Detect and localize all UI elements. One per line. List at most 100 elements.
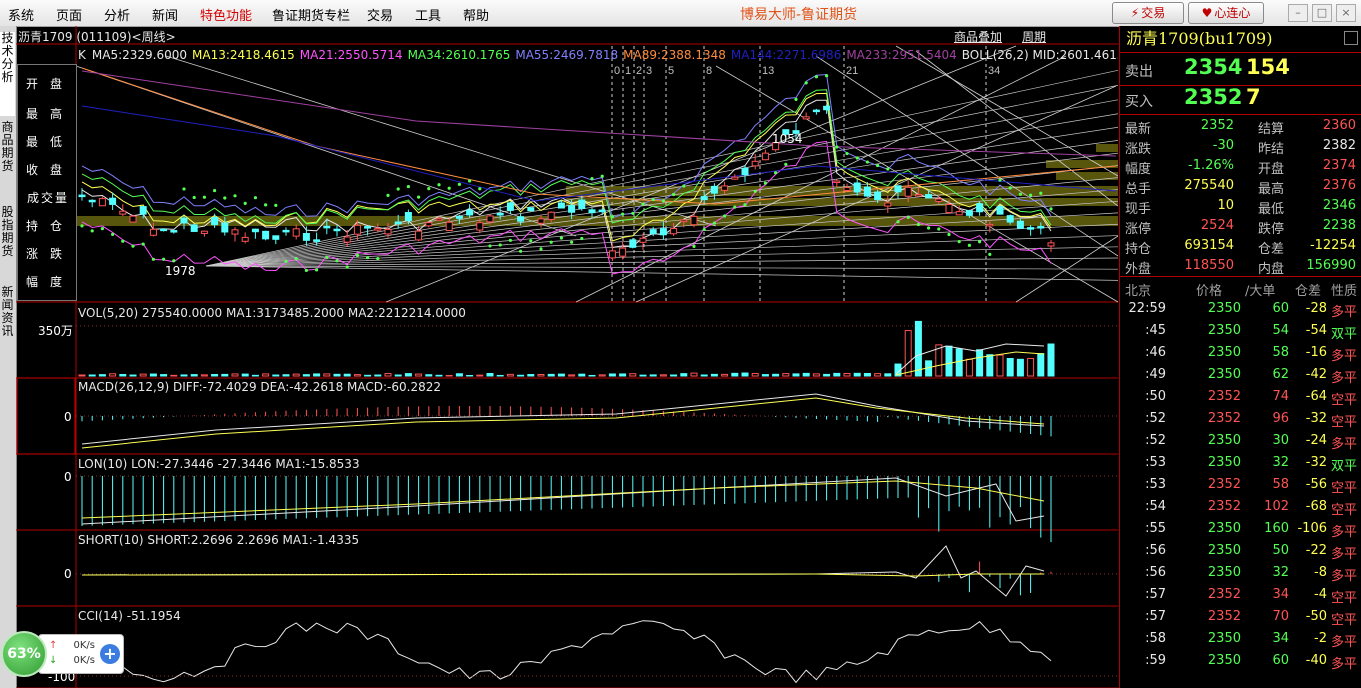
candle-body xyxy=(496,213,504,216)
tick-nature: 多平 xyxy=(1331,371,1358,386)
close-button[interactable]: × xyxy=(1336,4,1356,22)
candle-body xyxy=(384,228,392,235)
tab-index-futures[interactable]: 股指期货 xyxy=(0,206,15,286)
tick-size: 34 xyxy=(1272,631,1289,646)
quote-value: 156990 xyxy=(1306,258,1356,273)
sar-dot xyxy=(100,227,104,231)
overlay-commodity-link[interactable]: 商品叠加 xyxy=(954,28,1002,45)
menu-system[interactable]: 系统 xyxy=(8,5,34,24)
volume-bar xyxy=(129,374,137,377)
sar-dot xyxy=(90,229,94,233)
menu-features[interactable]: 特色功能 xyxy=(200,5,252,24)
quote-value: 118550 xyxy=(1184,258,1234,273)
chart-canvas[interactable]: 0 1 2 3 5 8 13 21 34 xyxy=(16,26,1118,688)
candle-body xyxy=(568,205,576,213)
candle-body xyxy=(986,223,994,227)
candle-body xyxy=(649,229,657,235)
menu-help[interactable]: 帮助 xyxy=(463,5,489,24)
sar-dot xyxy=(355,253,359,257)
sar-dot xyxy=(733,205,737,209)
tick-row: :57 2352 70 -50 空平 xyxy=(1120,606,1361,628)
tick-time: :45 xyxy=(1145,323,1166,338)
quote-value: 2374 xyxy=(1322,158,1356,173)
menu-page[interactable]: 页面 xyxy=(56,5,82,24)
menu-luzheng-column[interactable]: 鲁证期货专栏 xyxy=(272,5,350,24)
lon-axis-label: 0 xyxy=(64,470,72,484)
candle-body xyxy=(78,194,86,198)
heart-connect-label: 心连心 xyxy=(1214,6,1251,20)
volume-bar xyxy=(241,373,249,377)
candle-body xyxy=(721,185,729,191)
period-link[interactable]: 周期 xyxy=(1022,28,1046,45)
panel-toggle-icon[interactable] xyxy=(1344,31,1358,45)
lon-title: LON(10) LON:-27.3446 -27.3446 MA1:-15.85… xyxy=(78,457,360,471)
volume-bar xyxy=(680,373,688,377)
tick-header-price: 价格 xyxy=(1196,284,1223,299)
tab-news[interactable]: 新闻资讯 xyxy=(0,286,15,352)
volume-bar xyxy=(313,373,321,377)
candle-body xyxy=(741,167,749,176)
lon-ma-line xyxy=(81,480,1045,519)
ma-legend-item: MA233:2951.5404 xyxy=(846,48,957,62)
candle-body xyxy=(292,228,300,237)
low-annotation: 1978 xyxy=(165,264,196,278)
cci-title: CCI(14) -51.1954 xyxy=(78,609,181,623)
label-high: 最高 xyxy=(25,107,74,121)
sar-dot xyxy=(182,187,186,191)
volume-bar xyxy=(639,374,647,377)
candle-body xyxy=(404,212,412,222)
sar-dot xyxy=(274,203,278,207)
sar-dot xyxy=(345,265,349,269)
menu-tools[interactable]: 工具 xyxy=(415,5,441,24)
candle-body xyxy=(302,233,310,241)
volume-bar xyxy=(772,373,780,377)
sar-dot xyxy=(539,247,543,251)
sar-dot xyxy=(243,201,247,206)
network-widget[interactable]: ↑ 0K/s ↓ 0K/s + 63% xyxy=(0,628,124,688)
tick-row: :58 2350 34 -2 多平 xyxy=(1120,628,1361,650)
ask-level: 卖出 2354 154 xyxy=(1120,54,1361,84)
tab-commodity-futures[interactable]: 商品期货 xyxy=(0,121,15,201)
volume-bar xyxy=(527,374,535,377)
candle-body xyxy=(221,222,229,233)
download-arrow-icon: ↓ xyxy=(49,655,58,666)
maximize-button[interactable]: □ xyxy=(1312,4,1332,22)
minimize-button[interactable]: – xyxy=(1288,4,1308,22)
ma89-line xyxy=(81,67,1117,205)
tick-size: 70 xyxy=(1272,609,1289,624)
tab-technical-analysis[interactable]: 技术分析 xyxy=(0,32,15,116)
candle-body xyxy=(527,207,535,212)
heart-connect-button[interactable]: ♥ 心连心 xyxy=(1188,2,1264,24)
tick-time: :49 xyxy=(1145,367,1166,382)
trade-button[interactable]: ⚡ 交易 xyxy=(1112,2,1184,24)
candle-body xyxy=(1016,220,1024,229)
volume-bar xyxy=(343,373,351,377)
tick-price: 2350 xyxy=(1207,631,1241,646)
sar-dot xyxy=(651,198,655,202)
menu-news[interactable]: 新闻 xyxy=(152,5,178,24)
quote-label: 总手 xyxy=(1125,182,1152,197)
candle-body xyxy=(904,186,912,197)
volume-bar xyxy=(670,374,678,377)
volume-bar xyxy=(1037,353,1045,377)
quote-label: 幅度 xyxy=(1125,162,1152,177)
lightning-icon: ⚡ xyxy=(1130,6,1140,20)
candle-body xyxy=(894,185,902,193)
sar-dot xyxy=(366,256,370,260)
tick-size: 34 xyxy=(1272,587,1289,602)
tick-time: :46 xyxy=(1145,345,1166,360)
candle-body xyxy=(180,217,188,224)
menu-trade[interactable]: 交易 xyxy=(367,5,393,24)
sar-dot xyxy=(304,268,308,272)
candle-body xyxy=(1037,226,1045,229)
sar-dot xyxy=(570,240,574,244)
tick-price: 2352 xyxy=(1207,499,1241,514)
volume-bar xyxy=(863,373,871,377)
menu-analysis[interactable]: 分析 xyxy=(104,5,130,24)
tick-price: 2352 xyxy=(1207,477,1241,492)
candle-body xyxy=(659,228,667,236)
candle-body xyxy=(231,229,239,235)
chart-area[interactable]: 0 1 2 3 5 8 13 21 34 沥青1709 (011109)<周线> 商品叠加 周期… xyxy=(16,26,1118,688)
speed-boost-button[interactable]: + xyxy=(100,644,120,664)
sar-dot xyxy=(549,240,553,244)
